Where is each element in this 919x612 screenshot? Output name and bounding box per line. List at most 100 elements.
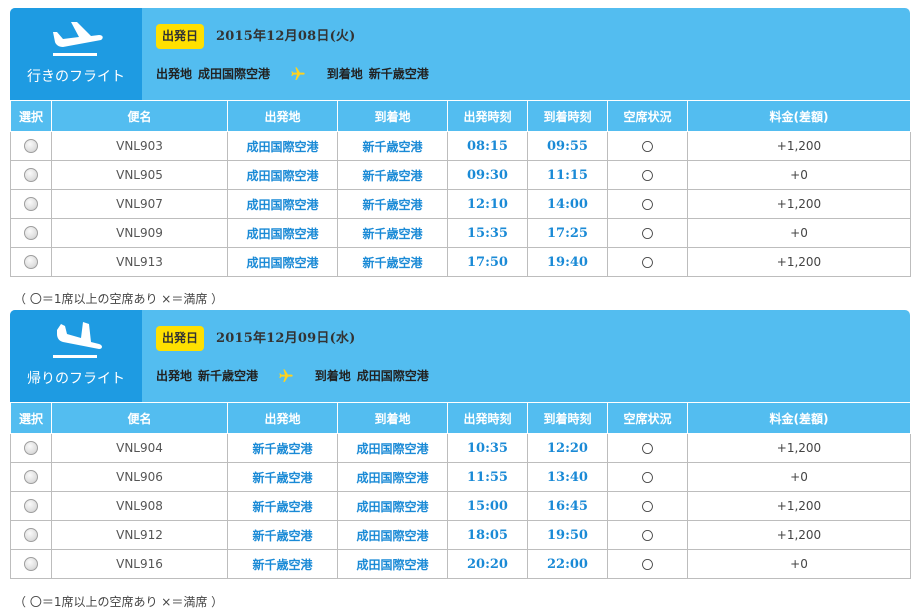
departure-date-badge: 出発日 xyxy=(156,24,205,49)
outbound-header: 行きのフライト 出発日 2015年12月08日(火) 出発地 成田国際空港 到着地… xyxy=(10,8,910,100)
return-section: 帰りのフライト 出発日 2015年12月09日(水) 出発地 新千歳空港 到着地成… xyxy=(10,310,911,579)
col-arr-time: 到着時刻 xyxy=(527,402,608,434)
table-row[interactable]: VNL913 成田国際空港 新千歳空港 17:50 19:40 〇 +1,200 xyxy=(10,247,911,277)
col-arr-time: 到着時刻 xyxy=(527,100,608,132)
seat-status: 〇 xyxy=(607,491,688,521)
to-airport: 新千歳空港 xyxy=(337,247,448,277)
flight-radio[interactable] xyxy=(24,557,38,572)
col-seat: 空席状況 xyxy=(607,100,688,132)
fare-diff: +0 xyxy=(687,218,911,248)
flight-number: VNL916 xyxy=(51,549,228,579)
select-cell[interactable] xyxy=(10,160,52,190)
flight-radio[interactable] xyxy=(24,139,38,154)
from-airport: 成田国際空港 xyxy=(227,247,338,277)
select-cell[interactable] xyxy=(10,462,52,492)
table-row[interactable]: VNL908 新千歳空港 成田国際空港 15:00 16:45 〇 +1,200 xyxy=(10,491,911,521)
dep-time: 15:35 xyxy=(447,218,528,248)
col-dep-time: 出発時刻 xyxy=(447,100,528,132)
arr-time: 13:40 xyxy=(527,462,608,492)
select-cell[interactable] xyxy=(10,247,52,277)
col-seat: 空席状況 xyxy=(607,402,688,434)
arrival-airport: 新千歳空港 xyxy=(368,67,429,81)
table-row[interactable]: VNL906 新千歳空港 成田国際空港 11:55 13:40 〇 +0 xyxy=(10,462,911,492)
dep-time: 12:10 xyxy=(447,189,528,219)
from-airport: 新千歳空港 xyxy=(227,433,338,463)
col-flight: 便名 xyxy=(51,402,228,434)
return-title-panel: 帰りのフライト xyxy=(10,310,142,402)
airplane-takeoff-icon xyxy=(53,22,103,56)
select-cell[interactable] xyxy=(10,218,52,248)
dep-time: 20:20 xyxy=(447,549,528,579)
from-airport: 成田国際空港 xyxy=(227,131,338,161)
table-header-row: 選択 便名 出発地 到着地 出発時刻 到着時刻 空席状況 料金(差額) xyxy=(10,100,911,132)
fare-diff: +1,200 xyxy=(687,433,911,463)
table-row[interactable]: VNL907 成田国際空港 新千歳空港 12:10 14:00 〇 +1,200 xyxy=(10,189,911,219)
flight-radio[interactable] xyxy=(24,255,38,270)
fare-diff: +0 xyxy=(687,462,911,492)
flight-number: VNL909 xyxy=(51,218,228,248)
seat-status: 〇 xyxy=(607,433,688,463)
fare-diff: +0 xyxy=(687,549,911,579)
fare-diff: +1,200 xyxy=(687,247,911,277)
flight-number: VNL904 xyxy=(51,433,228,463)
arrival-airport: 成田国際空港 xyxy=(356,369,429,383)
col-fare: 料金(差額) xyxy=(687,402,911,434)
to-airport: 成田国際空港 xyxy=(337,491,448,521)
departure-label: 出発地 xyxy=(156,369,193,383)
dep-time: 11:55 xyxy=(447,462,528,492)
flight-radio[interactable] xyxy=(24,470,38,485)
dep-time: 18:05 xyxy=(447,520,528,550)
from-airport: 成田国際空港 xyxy=(227,189,338,219)
flight-number: VNL908 xyxy=(51,491,228,521)
table-row[interactable]: VNL905 成田国際空港 新千歳空港 09:30 11:15 〇 +0 xyxy=(10,160,911,190)
table-row[interactable]: VNL903 成田国際空港 新千歳空港 08:15 09:55 〇 +1,200 xyxy=(10,131,911,161)
table-row[interactable]: VNL912 新千歳空港 成田国際空港 18:05 19:50 〇 +1,200 xyxy=(10,520,911,550)
col-to: 到着地 xyxy=(337,402,448,434)
arr-time: 22:00 xyxy=(527,549,608,579)
arr-time: 19:40 xyxy=(527,247,608,277)
table-row[interactable]: VNL904 新千歳空港 成田国際空港 10:35 12:20 〇 +1,200 xyxy=(10,433,911,463)
arrival-label: 到着地 xyxy=(326,67,363,81)
flight-radio[interactable] xyxy=(24,499,38,514)
from-airport: 成田国際空港 xyxy=(227,160,338,190)
seat-status: 〇 xyxy=(607,520,688,550)
dep-time: 15:00 xyxy=(447,491,528,521)
return-title: 帰りのフライト xyxy=(27,371,125,387)
dep-time: 09:30 xyxy=(447,160,528,190)
select-cell[interactable] xyxy=(10,189,52,219)
select-cell[interactable] xyxy=(10,491,52,521)
select-cell[interactable] xyxy=(10,520,52,550)
arr-time: 09:55 xyxy=(527,131,608,161)
col-to: 到着地 xyxy=(337,100,448,132)
select-cell[interactable] xyxy=(10,131,52,161)
from-airport: 新千歳空港 xyxy=(227,462,338,492)
flight-radio[interactable] xyxy=(24,168,38,183)
arr-time: 17:25 xyxy=(527,218,608,248)
dep-time: 08:15 xyxy=(447,131,528,161)
flight-radio[interactable] xyxy=(24,197,38,212)
from-airport: 新千歳空港 xyxy=(227,549,338,579)
table-row[interactable]: VNL916 新千歳空港 成田国際空港 20:20 22:00 〇 +0 xyxy=(10,549,911,579)
select-cell[interactable] xyxy=(10,433,52,463)
to-airport: 新千歳空港 xyxy=(337,131,448,161)
flight-number: VNL912 xyxy=(51,520,228,550)
col-select: 選択 xyxy=(10,100,52,132)
flight-number: VNL903 xyxy=(51,131,228,161)
airplane-landing-icon xyxy=(53,322,102,358)
departure-date: 2015年12月08日(火) xyxy=(216,29,356,44)
flight-radio[interactable] xyxy=(24,441,38,456)
flight-radio[interactable] xyxy=(24,226,38,241)
departure-label: 出発地 xyxy=(156,67,193,81)
table-row[interactable]: VNL909 成田国際空港 新千歳空港 15:35 17:25 〇 +0 xyxy=(10,218,911,248)
seat-legend: （ 〇＝1席以上の空席あり ×＝満席 ） xyxy=(14,292,224,306)
flight-radio[interactable] xyxy=(24,528,38,543)
departure-date-badge: 出発日 xyxy=(156,326,205,351)
seat-status: 〇 xyxy=(607,131,688,161)
arr-time: 11:15 xyxy=(527,160,608,190)
select-cell[interactable] xyxy=(10,549,52,579)
to-airport: 新千歳空港 xyxy=(337,218,448,248)
from-airport: 新千歳空港 xyxy=(227,520,338,550)
table-header-row: 選択 便名 出発地 到着地 出発時刻 到着時刻 空席状況 料金(差額) xyxy=(10,402,911,434)
col-from: 出発地 xyxy=(227,402,338,434)
fare-diff: +1,200 xyxy=(687,520,911,550)
